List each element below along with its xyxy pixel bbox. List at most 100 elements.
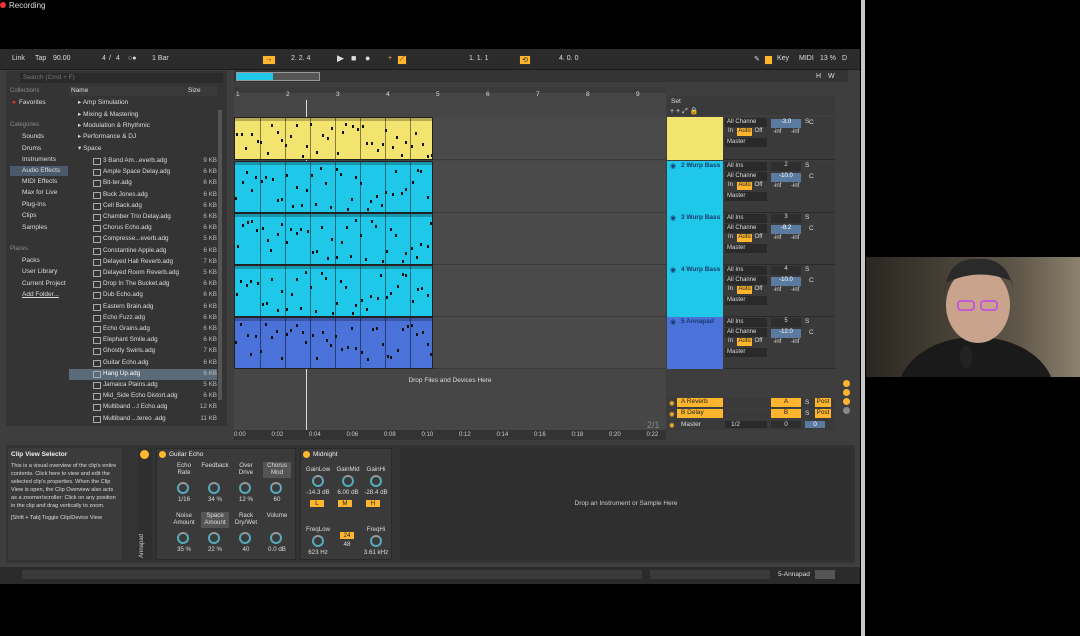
input-channel-select[interactable]: All Channe xyxy=(725,328,767,337)
solo-button[interactable]: S xyxy=(805,214,809,221)
time-signature-denominator[interactable]: 4 xyxy=(116,55,120,62)
post-button[interactable]: Post xyxy=(815,398,831,407)
browser-file-item[interactable]: Jamaica Plains.adg 5 KB xyxy=(69,380,217,391)
track-number[interactable]: 2 xyxy=(771,162,801,171)
solo-button[interactable]: S xyxy=(805,162,809,169)
track-pan[interactable]: C xyxy=(809,225,814,232)
time-ruler[interactable] xyxy=(234,430,666,440)
rotary-knob[interactable] xyxy=(342,475,354,487)
band-button[interactable]: L xyxy=(310,500,324,507)
input-channel-select[interactable]: All Channe xyxy=(725,224,767,233)
browser-file-item[interactable]: Delayed Room Reverb.adg 5 KB xyxy=(69,268,217,279)
browser-file-item[interactable]: Echo Fuzz.adg 6 KB xyxy=(69,313,217,324)
toggle-icon[interactable] xyxy=(843,389,850,396)
browser-file-item[interactable]: Compresse...everb.adg 5 KB xyxy=(69,234,217,245)
name-column-header[interactable]: Name xyxy=(69,86,185,96)
monitor-in-button[interactable]: In xyxy=(725,128,736,136)
category-sounds[interactable]: Sounds xyxy=(22,133,44,140)
browser-file-item[interactable]: Mid_Side Echo Distort.adg 6 KB xyxy=(69,391,217,402)
monitor-in-button[interactable]: In xyxy=(725,182,736,190)
monitor-off-button[interactable]: Off xyxy=(753,182,764,190)
rotary-knob[interactable] xyxy=(177,482,189,494)
computer-keyboard-icon[interactable] xyxy=(764,55,773,65)
folder-item[interactable]: ▸ Amp Simulation xyxy=(78,98,128,106)
category-audio-effects[interactable]: Audio Effects xyxy=(10,166,68,176)
toggle-icon[interactable] xyxy=(843,407,850,414)
monitor-auto-button[interactable]: Auto xyxy=(737,234,752,242)
track-pan[interactable]: C xyxy=(809,277,814,284)
rotary-knob[interactable] xyxy=(312,535,324,547)
play-icon[interactable]: ▶ xyxy=(337,53,344,64)
browser-file-item[interactable]: Chamber Trio Delay.adg 6 KB xyxy=(69,212,217,223)
input-type-select[interactable]: All Ins xyxy=(725,266,767,275)
track-number[interactable]: 4 xyxy=(771,266,801,275)
overdub-icon[interactable]: + xyxy=(388,55,392,62)
arrangement-clip[interactable] xyxy=(234,161,433,213)
track-header[interactable]: ◉ 5 Annapad All Ins All Channe In Auto Off Mast… xyxy=(667,317,835,369)
folder-item[interactable]: ▸ Modulation & Rhythmic xyxy=(78,121,150,129)
song-position[interactable]: 2. 2. 4 xyxy=(291,55,310,62)
device-drop-area[interactable]: Drop an Instrument or Sample Here xyxy=(400,448,852,560)
browser-file-item[interactable]: Hang Up.adg 6 KB xyxy=(69,368,217,380)
output-select[interactable]: Master xyxy=(725,348,767,357)
track-pan[interactable]: C xyxy=(809,329,814,336)
place-user-library[interactable]: User Library xyxy=(22,268,57,275)
rotary-knob[interactable] xyxy=(239,482,251,494)
monitor-off-button[interactable]: Off xyxy=(753,338,764,346)
input-type-select[interactable]: All Ins xyxy=(725,214,767,223)
category-drums[interactable]: Drums xyxy=(22,145,41,152)
track-fold-icon[interactable]: ◉ xyxy=(670,162,676,170)
return-letter[interactable]: A xyxy=(771,398,801,407)
rotary-knob[interactable] xyxy=(312,475,324,487)
favorites-item[interactable]: ● Favorites xyxy=(12,99,46,106)
browser-file-item[interactable]: Constantine Apple.adg 6 KB xyxy=(69,246,217,257)
arrangement-clip[interactable] xyxy=(234,317,433,369)
output-select[interactable]: Master xyxy=(725,296,767,305)
master-volume[interactable]: 0 xyxy=(771,421,801,428)
arrangement-clip[interactable] xyxy=(234,117,433,160)
browser-file-item[interactable]: Delayed Hall Reverb.adg 7 KB xyxy=(69,257,217,268)
monitor-auto-button[interactable]: Auto xyxy=(737,286,752,294)
track-fold-icon[interactable]: ◉ xyxy=(670,266,676,274)
input-channel-select[interactable]: All Channe xyxy=(725,118,767,127)
category-plug-ins[interactable]: Plug-Ins xyxy=(22,201,46,208)
category-clips[interactable]: Clips xyxy=(22,212,36,219)
arrangement-clip[interactable] xyxy=(234,213,433,265)
add-icon[interactable]: + + ⤢ 🔒 xyxy=(670,107,698,116)
track-number[interactable]: 5 xyxy=(771,318,801,327)
automation-arm-icon[interactable]: ⟋ xyxy=(397,55,407,65)
track-volume[interactable]: -8.2 xyxy=(771,225,801,234)
monitor-auto-button[interactable]: Auto xyxy=(737,182,752,190)
toggle-icon[interactable] xyxy=(843,380,850,387)
toggle-icon[interactable] xyxy=(843,398,850,405)
browser-file-item[interactable]: Buck Jones.adg 6 KB xyxy=(69,190,217,201)
arrangement-clip[interactable] xyxy=(234,265,433,317)
input-type-select[interactable]: All Ins xyxy=(725,162,767,171)
master-track[interactable]: ◉ Master 1/2 0 0 xyxy=(667,420,835,430)
track-header[interactable]: ◉ 3 Wurp Bass All Ins All Channe In Auto Off Ma… xyxy=(667,213,835,265)
status-toggle[interactable] xyxy=(815,570,835,579)
key-map-button[interactable]: Key xyxy=(777,55,789,62)
return-track[interactable]: ◉ A Reverb A S Post xyxy=(667,398,835,408)
rotary-knob[interactable] xyxy=(177,532,189,544)
track-volume[interactable]: -10.0 xyxy=(771,173,801,182)
solo-button[interactable]: S xyxy=(805,410,809,417)
loop-start[interactable]: 1. 1. 1 xyxy=(469,55,488,62)
track-volume[interactable]: -10.0 xyxy=(771,277,801,286)
browser-file-item[interactable]: Multiband ...tereo .adg 11 KB xyxy=(69,414,217,425)
overview-bar[interactable] xyxy=(234,70,848,82)
rotary-knob[interactable] xyxy=(239,532,251,544)
track-volume[interactable]: -3.0 xyxy=(771,119,801,128)
track-pan[interactable]: C xyxy=(809,119,814,126)
record-icon[interactable]: ● xyxy=(365,53,370,63)
metronome-icon[interactable]: ○● xyxy=(128,55,136,62)
clip-overview[interactable] xyxy=(650,570,770,579)
master-value[interactable]: 0 xyxy=(805,421,825,428)
output-select[interactable]: Master xyxy=(725,138,767,147)
track-fold-icon[interactable]: ◉ xyxy=(669,399,675,407)
add-folder-link[interactable]: Add Folder... xyxy=(22,291,59,298)
band-button[interactable]: H xyxy=(366,500,380,507)
band-button[interactable]: M xyxy=(338,500,352,507)
midi-map-button[interactable]: MIDI xyxy=(799,55,814,62)
browser-file-item[interactable]: Guitar Echo.adg 6 KB xyxy=(69,358,217,369)
